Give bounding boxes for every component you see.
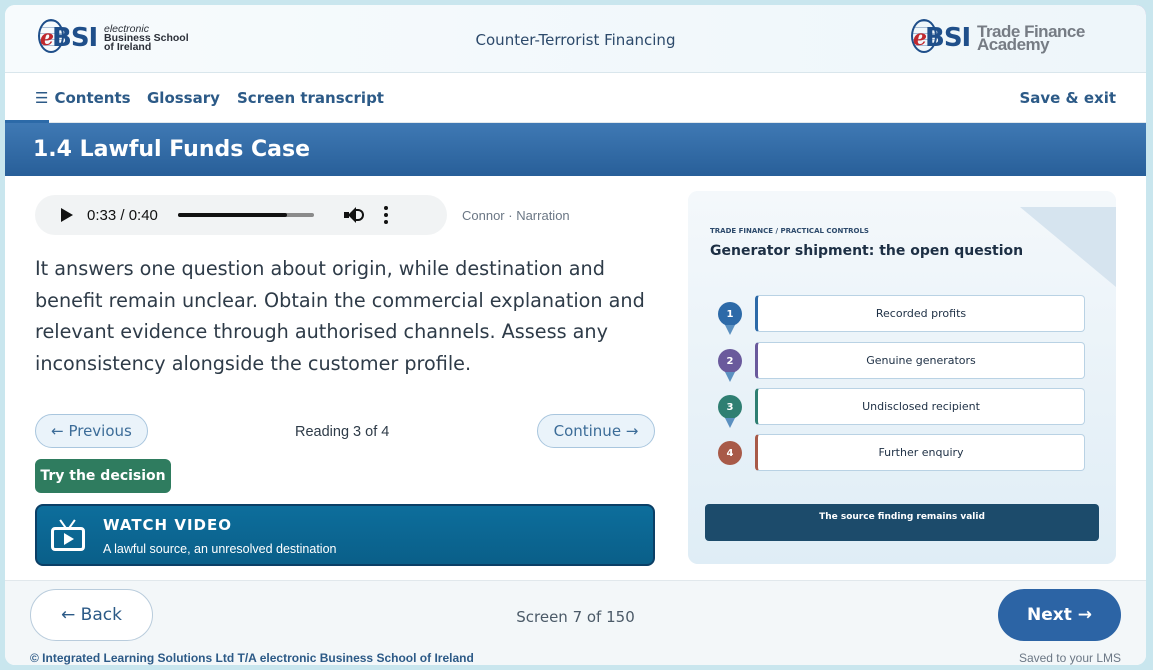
finding-bar: The source finding remains valid	[705, 504, 1099, 541]
volume-icon[interactable]	[343, 206, 366, 224]
page-title-bar: 1.4 Lawful Funds Case	[5, 123, 1146, 176]
step-number: 2	[718, 349, 742, 373]
next-button[interactable]: Next →	[998, 589, 1121, 641]
audio-time: 0:33 / 0:40	[87, 206, 158, 224]
flow-step: 4 Further enquiry	[718, 434, 1088, 471]
nav-contents[interactable]: ☰ Contents	[35, 89, 131, 107]
more-options-icon[interactable]	[383, 206, 388, 224]
page-title: 1.4 Lawful Funds Case	[33, 137, 311, 162]
narrator-label: Connor · Narration	[462, 208, 570, 223]
infographic-panel: TRADE FINANCE / PRACTICAL CONTROLS Gener…	[688, 191, 1116, 564]
audio-seek-bar[interactable]	[177, 213, 314, 217]
step-number: 1	[718, 302, 742, 326]
flow-step: 1 Recorded profits	[718, 295, 1088, 335]
footer: ← Back Screen 7 of 150 Next → © Integrat…	[5, 580, 1146, 665]
page-fold-decoration	[1020, 207, 1116, 287]
watch-video-heading: WATCH VIDEO	[103, 516, 232, 534]
panel-eyebrow: TRADE FINANCE / PRACTICAL CONTROLS	[710, 227, 869, 235]
step-label: Genuine generators	[755, 342, 1085, 379]
try-decision-button[interactable]: Try the decision	[35, 459, 171, 493]
body-text: It answers one question about origin, wh…	[35, 257, 645, 375]
watch-video-subtitle: A lawful source, an unresolved destinati…	[103, 542, 337, 556]
arrow-down-icon	[725, 372, 735, 382]
top-header: e BSI electronic Business School of Irel…	[5, 5, 1146, 73]
step-number: 3	[718, 395, 742, 419]
audio-progress-fill	[177, 213, 287, 217]
top-nav: ☰ Contents Glossary Screen transcript Sav…	[5, 73, 1146, 123]
academy-logo-mark: e BSI	[911, 17, 975, 59]
continue-button[interactable]: Continue →	[537, 414, 655, 448]
nav-contents-label: Contents	[54, 89, 131, 107]
panel-title: Generator shipment: the open question	[710, 243, 1024, 259]
menu-icon: ☰	[35, 89, 49, 107]
copyright-text: © Integrated Learning Solutions Ltd T/A …	[30, 651, 474, 665]
trade-finance-academy-logo: e BSI Trade Finance Academy	[911, 17, 1085, 59]
academy-mark-text: BSI	[925, 23, 971, 53]
tv-icon	[51, 519, 85, 551]
arrow-down-icon	[725, 418, 735, 428]
reading-status: Reading 3 of 4	[295, 424, 390, 440]
flow-step: 2 Genuine generators	[718, 342, 1088, 382]
nav-glossary[interactable]: Glossary	[147, 89, 220, 107]
step-number: 4	[718, 441, 742, 465]
flow-step: 3 Undisclosed recipient	[718, 388, 1088, 428]
step-label: Further enquiry	[755, 434, 1085, 471]
nav-screen-transcript[interactable]: Screen transcript	[237, 89, 384, 107]
arrow-down-icon	[725, 325, 735, 335]
screen-counter: Screen 7 of 150	[516, 608, 635, 626]
save-exit-button[interactable]: Save & exit	[1019, 89, 1116, 107]
step-label: Recorded profits	[755, 295, 1085, 332]
play-icon[interactable]	[61, 208, 73, 222]
app-frame: e BSI electronic Business School of Irel…	[5, 5, 1146, 665]
academy-wordmark: Trade Finance Academy	[977, 23, 1085, 53]
previous-button[interactable]: ← Previous	[35, 414, 148, 448]
watch-video-card[interactable]: WATCH VIDEO A lawful source, an unresolv…	[35, 504, 655, 566]
saved-status: Saved to your LMS	[1018, 651, 1121, 665]
step-label: Undisclosed recipient	[755, 388, 1085, 425]
audio-player[interactable]: 0:33 / 0:40	[35, 195, 447, 235]
